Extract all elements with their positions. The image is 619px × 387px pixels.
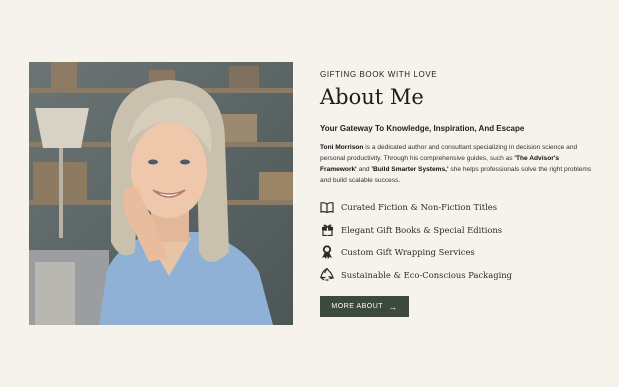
author-name: Toni Morrison [320, 144, 364, 151]
more-about-label: MORE ABOUT [331, 303, 384, 310]
description-text-2: and [356, 166, 372, 173]
feature-label: Curated Fiction & Non-Fiction Titles [341, 202, 498, 213]
feature-label: Elegant Gift Books & Special Editions [341, 224, 503, 235]
open-book-icon [320, 200, 334, 214]
about-section: GIFTING BOOK WITH LOVE About Me Your Gat… [320, 70, 595, 317]
gift-icon [320, 223, 334, 237]
section-subtitle: Your Gateway To Knowledge, Inspiration, … [320, 124, 525, 133]
more-about-button[interactable]: MORE ABOUT → [320, 296, 409, 317]
page-title: About Me [320, 85, 424, 109]
book-title-2: 'Build Smarter Systems,' [371, 166, 449, 173]
recycle-icon [320, 268, 334, 282]
section-eyebrow: GIFTING BOOK WITH LOVE [320, 70, 438, 79]
feature-label: Custom Gift Wrapping Services [341, 247, 475, 258]
arrow-right-icon: → [388, 301, 398, 312]
feature-item: Curated Fiction & Non-Fiction Titles [320, 196, 595, 219]
author-photo [29, 62, 293, 325]
feature-item: Sustainable & Eco-Conscious Packaging [320, 264, 595, 287]
ribbon-icon [320, 245, 334, 260]
about-description: Toni Morrison is a dedicated author and … [320, 142, 595, 186]
feature-list: Curated Fiction & Non-Fiction Titles Ele… [320, 196, 595, 286]
feature-item: Custom Gift Wrapping Services [320, 241, 595, 264]
feature-label: Sustainable & Eco-Conscious Packaging [341, 269, 513, 280]
feature-item: Elegant Gift Books & Special Editions [320, 219, 595, 242]
